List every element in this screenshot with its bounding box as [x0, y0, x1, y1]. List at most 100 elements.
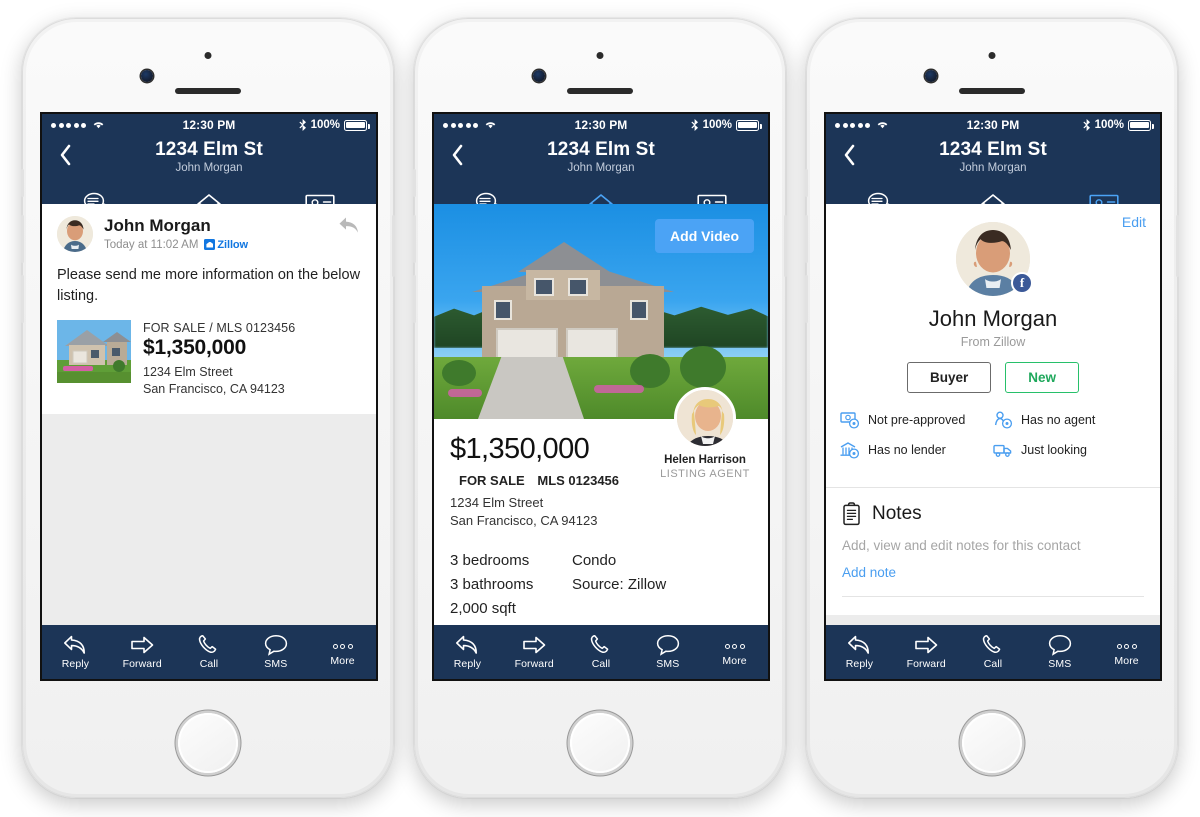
agent-avatar: [674, 387, 736, 449]
toolbar-call-label: Call: [199, 658, 219, 670]
toolbar-call[interactable]: Call: [568, 634, 635, 670]
speech-bubble-icon: [656, 635, 679, 656]
power-button: [1176, 215, 1179, 277]
toolbar-forward-label: Forward: [906, 658, 946, 670]
toolbar-sms[interactable]: SMS: [242, 634, 309, 670]
attribute-has-no-lender: Has no lender: [840, 441, 993, 459]
page-subtitle: John Morgan: [567, 161, 635, 174]
earpiece-speaker: [959, 88, 1025, 94]
agent-role: LISTING AGENT: [660, 468, 750, 480]
toolbar-forward[interactable]: Forward: [109, 634, 176, 670]
window: [494, 300, 512, 320]
listing-price: $1,350,000: [143, 336, 247, 360]
status-bar: 12:30 PM 100%: [434, 114, 768, 136]
home-button[interactable]: [178, 713, 238, 773]
spec-type: Condo: [572, 552, 617, 570]
clipboard-icon: [843, 502, 860, 526]
window: [534, 278, 554, 296]
add-note-button[interactable]: Add note: [842, 565, 1144, 580]
spec-bathrooms: 3 bathrooms: [450, 576, 534, 594]
battery-percent: 100%: [702, 119, 732, 131]
toolbar-sms[interactable]: SMS: [1026, 634, 1093, 670]
notes-title: Notes: [872, 503, 922, 524]
toolbar-forward[interactable]: Forward: [893, 634, 960, 670]
phone-mockup-messages: 12:30 PM 100% 1234 Elm St John Morgan Jo…: [21, 18, 395, 798]
phone-icon: [590, 635, 609, 654]
listing-preview[interactable]: FOR SALE / MLS 0123456 $1,350,000 1234 E…: [57, 320, 361, 398]
action-toolbar: Reply Forward Call SMS More: [826, 625, 1160, 679]
add-video-button[interactable]: Add Video: [655, 219, 754, 253]
toolbar-call[interactable]: Call: [960, 634, 1027, 670]
message-timestamp: Today at 11:02 AM: [104, 238, 199, 251]
toolbar-forward[interactable]: Forward: [501, 634, 568, 670]
back-button[interactable]: [54, 140, 76, 170]
edit-button[interactable]: Edit: [1122, 214, 1146, 230]
phone-icon: [982, 635, 1001, 654]
property-status: FOR SALE: [459, 473, 525, 488]
reply-arrow-icon: [456, 635, 478, 654]
toolbar-sms-label: SMS: [1048, 658, 1072, 670]
property-scroll-area[interactable]: Add Video Helen Harrison LISTING AGENT $…: [434, 204, 768, 625]
toolbar-call[interactable]: Call: [176, 634, 243, 670]
listing-status: FOR SALE / MLS 0123456: [143, 321, 296, 336]
home-button[interactable]: [570, 713, 630, 773]
volume-down-button: [21, 275, 24, 323]
status-right: 100%: [1082, 119, 1154, 131]
front-camera-icon: [925, 70, 937, 82]
contact-avatar-wrap: f: [956, 222, 1033, 296]
volume-down-button: [413, 275, 416, 323]
listing-thumbnail: [57, 320, 131, 384]
message-body: Please send me more information on the b…: [57, 267, 361, 304]
home-button[interactable]: [962, 713, 1022, 773]
battery-percent: 100%: [310, 119, 340, 131]
volume-up-button: [413, 215, 416, 263]
message-meta: Today at 11:02 AM Zillow: [104, 239, 248, 251]
messages-scroll-area[interactable]: John Morgan Today at 11:02 AM Zillow Ple…: [42, 204, 376, 625]
notes-description: Add, view and edit notes for this contac…: [842, 538, 1081, 553]
toolbar-more-label: More: [1114, 655, 1139, 667]
toolbar-more[interactable]: More: [701, 637, 768, 667]
toolbar-more[interactable]: More: [1093, 637, 1160, 667]
gable-roof: [518, 242, 610, 272]
contact-source: From Zillow: [960, 335, 1026, 349]
property-address-line1: 1234 Elm Street: [450, 495, 544, 510]
toolbar-sms[interactable]: SMS: [634, 634, 701, 670]
property-address-line2: San Francisco, CA 94123: [450, 512, 598, 528]
page-title: 1234 Elm St: [547, 139, 655, 160]
forward-arrow-icon: [523, 636, 546, 654]
back-button[interactable]: [838, 140, 860, 170]
zillow-logo-icon: [204, 239, 216, 251]
contact-scroll-area[interactable]: Edit f John Morgan From Zillow Buyer New: [826, 204, 1160, 625]
phones-showcase: 12:30 PM 100% 1234 Elm St John Morgan Jo…: [0, 0, 1200, 817]
toolbar-reply[interactable]: Reply: [826, 634, 893, 670]
toolbar-reply[interactable]: Reply: [42, 634, 109, 670]
property-address: 1234 Elm Street San Francisco, CA 94123: [450, 494, 752, 529]
property-specs: 3 bedrooms 3 bathrooms 2,000 sqft Condo …: [450, 549, 752, 620]
facebook-icon[interactable]: f: [1011, 272, 1033, 294]
toolbar-reply[interactable]: Reply: [434, 634, 501, 670]
toolbar-forward-label: Forward: [122, 658, 162, 670]
bush: [680, 346, 726, 388]
action-toolbar: Reply Forward Call SMS More: [434, 625, 768, 679]
toolbar-more-label: More: [330, 655, 355, 667]
toolbar-more-label: More: [722, 655, 747, 667]
status-bar: 12:30 PM 100%: [826, 114, 1160, 136]
tag-buyer[interactable]: Buyer: [906, 362, 992, 393]
tag-new[interactable]: New: [1005, 362, 1080, 393]
attribute-label: Has no lender: [868, 443, 946, 457]
back-button[interactable]: [446, 140, 468, 170]
reply-icon[interactable]: [337, 215, 361, 242]
toolbar-sms-label: SMS: [656, 658, 680, 670]
flower-bed: [594, 385, 644, 393]
proximity-sensor-icon: [988, 52, 996, 59]
phone-mockup-property: 12:30 PM 100% 1234 Elm St John Morgan Ad…: [413, 18, 787, 798]
listing-info: FOR SALE / MLS 0123456 $1,350,000 1234 E…: [143, 320, 295, 398]
contact-tags: Buyer New: [840, 362, 1146, 393]
phone-mockup-contact: 12:30 PM 100% 1234 Elm St John Morgan Ed…: [805, 18, 1179, 798]
spec-source: Source: Zillow: [572, 576, 667, 594]
bush: [630, 354, 670, 388]
agent-name: Helen Harrison: [664, 454, 746, 466]
money-off-icon: [840, 412, 860, 429]
status-right: 100%: [690, 119, 762, 131]
toolbar-more[interactable]: More: [309, 637, 376, 667]
